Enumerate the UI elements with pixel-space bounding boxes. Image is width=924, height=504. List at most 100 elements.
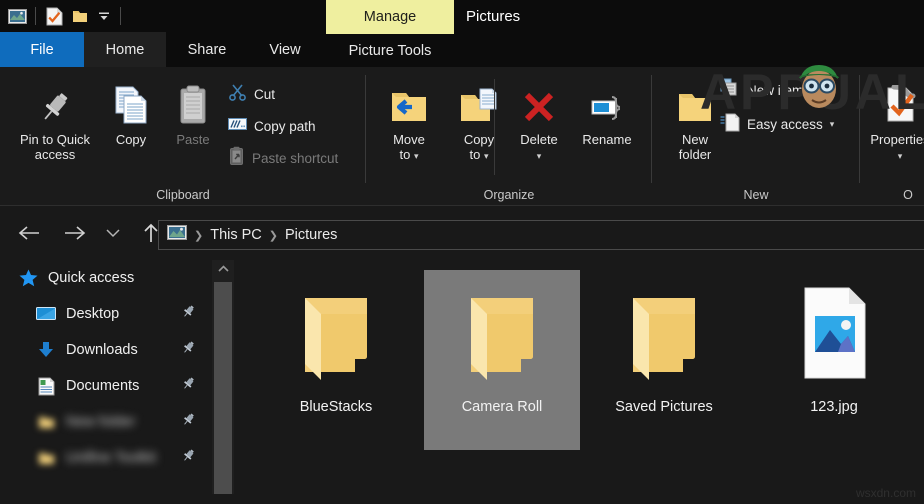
sidebar-item-quick-access[interactable]: Quick access	[0, 260, 212, 296]
sidebar-label-documents: Documents	[66, 378, 139, 394]
file-explorer-window: Manage Pictures File Home Share View Pic…	[0, 0, 924, 504]
folder-icon	[457, 284, 547, 389]
tab-share[interactable]: Share	[166, 32, 248, 67]
copy-path-icon	[228, 116, 247, 137]
file-item-camera-roll[interactable]: Camera Roll	[424, 270, 580, 450]
copy-path-label: Copy path	[254, 119, 316, 134]
properties-icon[interactable]	[41, 3, 67, 29]
address-location-icon	[167, 225, 187, 245]
pin-icon[interactable]	[181, 448, 196, 468]
easy-access-label: Easy access	[747, 117, 823, 132]
qat-separator-1	[35, 7, 36, 25]
image-file-icon	[793, 284, 875, 389]
group-label-organize: Organize	[366, 188, 652, 202]
navigation-pane-scrollbar[interactable]	[212, 260, 234, 494]
star-icon	[14, 269, 42, 287]
easy-access-button[interactable]: Easy access ▾	[720, 111, 834, 137]
paste-shortcut-button[interactable]: Paste shortcut	[228, 145, 338, 171]
rename-icon	[572, 75, 642, 127]
window-title: Pictures	[466, 0, 520, 32]
file-name-123-jpg: 123.jpg	[810, 399, 858, 415]
file-item-bluestacks[interactable]: BlueStacks	[258, 270, 414, 450]
delete-x-icon	[504, 75, 574, 127]
sidebar-item-documents[interactable]: Documents	[0, 368, 212, 404]
sidebar-item-blurred-1[interactable]: New folder	[0, 404, 212, 440]
copy-icon	[96, 75, 166, 127]
ribbon-group-clipboard: Pin to Quick access	[0, 67, 366, 206]
new-item-label: New item	[747, 83, 803, 98]
back-button[interactable]	[12, 216, 46, 250]
rename-button[interactable]: Rename	[572, 75, 642, 147]
folder-icon	[32, 451, 60, 466]
copy-button[interactable]: Copy	[96, 75, 166, 147]
sidebar-label-downloads: Downloads	[66, 342, 138, 358]
cut-button[interactable]: Cut	[228, 81, 275, 107]
scroll-up-icon[interactable]	[212, 260, 234, 278]
paste-shortcut-label: Paste shortcut	[252, 151, 338, 166]
navigation-pane: Quick access Desktop	[0, 260, 212, 494]
easy-access-icon	[720, 112, 740, 137]
scrollbar-thumb[interactable]	[214, 282, 232, 494]
pin-icon[interactable]	[181, 412, 196, 432]
chevron-down-icon: ▾	[810, 85, 815, 96]
copy-label: Copy	[96, 132, 166, 147]
paste-icon	[158, 75, 228, 127]
customize-dropdown-icon[interactable]	[93, 3, 115, 29]
tab-file[interactable]: File	[0, 32, 84, 67]
paste-label: Paste	[158, 132, 228, 147]
group-label-new: New	[652, 188, 860, 202]
group-label-open: O	[878, 188, 924, 202]
file-list-view: BlueStacks Camera Roll	[234, 260, 924, 494]
ribbon-tab-strip: File Home Share View Picture Tools	[0, 32, 924, 67]
file-name-camera-roll: Camera Roll	[462, 399, 543, 415]
cut-label: Cut	[254, 87, 275, 102]
pin-icon[interactable]	[181, 376, 196, 396]
move-to-folder-icon	[374, 75, 444, 127]
breadcrumb[interactable]: ❯ This PC ❯ Pictures	[158, 220, 924, 250]
rename-label: Rename	[572, 132, 642, 147]
sidebar-label-blurred-1: New folder	[66, 414, 135, 430]
chevron-down-icon: ▾	[537, 151, 542, 161]
breadcrumb-item-this-pc[interactable]: This PC	[210, 227, 262, 243]
sidebar-label-blurred-2: Unifine Toolkit	[66, 450, 156, 466]
ribbon: Pin to Quick access	[0, 67, 924, 206]
new-folder-icon[interactable]	[67, 3, 93, 29]
chevron-down-icon: ▾	[830, 119, 835, 130]
tab-picture-tools[interactable]: Picture Tools	[326, 32, 454, 67]
forward-button[interactable]	[58, 216, 92, 250]
download-icon	[32, 341, 60, 359]
sidebar-item-downloads[interactable]: Downloads	[0, 332, 212, 368]
file-name-bluestacks: BlueStacks	[300, 399, 373, 415]
group-label-clipboard: Clipboard	[0, 188, 366, 202]
tab-view[interactable]: View	[248, 32, 322, 67]
new-item-button[interactable]: New item ▾	[720, 77, 815, 103]
move-to-button[interactable]: Move to ▾	[374, 75, 444, 164]
sidebar-item-desktop[interactable]: Desktop	[0, 296, 212, 332]
file-item-saved-pictures[interactable]: Saved Pictures	[586, 270, 742, 450]
folder-icon	[32, 415, 60, 430]
ribbon-group-open: Properties ▾ O	[860, 67, 924, 206]
chevron-down-icon: ▾	[484, 151, 489, 161]
recent-locations-button[interactable]	[100, 216, 126, 250]
ribbon-group-new: New folder New item ▾	[652, 67, 860, 206]
breadcrumb-item-pictures[interactable]: Pictures	[285, 227, 337, 243]
organize-inner-divider	[494, 79, 495, 175]
copy-path-button[interactable]: Copy path	[228, 113, 316, 139]
file-item-123-jpg[interactable]: 123.jpg	[756, 270, 912, 450]
paste-button[interactable]: Paste	[158, 75, 228, 147]
pin-icon[interactable]	[181, 304, 196, 324]
qat-separator-2	[120, 7, 121, 25]
contextual-tab-group-manage: Manage	[326, 0, 454, 34]
explorer-icon[interactable]	[4, 3, 30, 29]
tab-home[interactable]: Home	[84, 32, 166, 67]
sidebar-item-blurred-2[interactable]: Unifine Toolkit	[0, 440, 212, 476]
main-area: Quick access Desktop	[0, 260, 924, 494]
sidebar-label-quick-access: Quick access	[48, 270, 134, 286]
pin-to-quick-access-button[interactable]: Pin to Quick access	[18, 75, 92, 162]
pin-to-quick-access-label: Pin to Quick access	[18, 132, 92, 162]
pin-icon[interactable]	[181, 340, 196, 360]
delete-button[interactable]: Delete ▾	[504, 75, 574, 164]
properties-icon	[860, 75, 924, 127]
properties-button[interactable]: Properties ▾	[860, 75, 924, 164]
file-name-saved-pictures: Saved Pictures	[615, 399, 713, 415]
